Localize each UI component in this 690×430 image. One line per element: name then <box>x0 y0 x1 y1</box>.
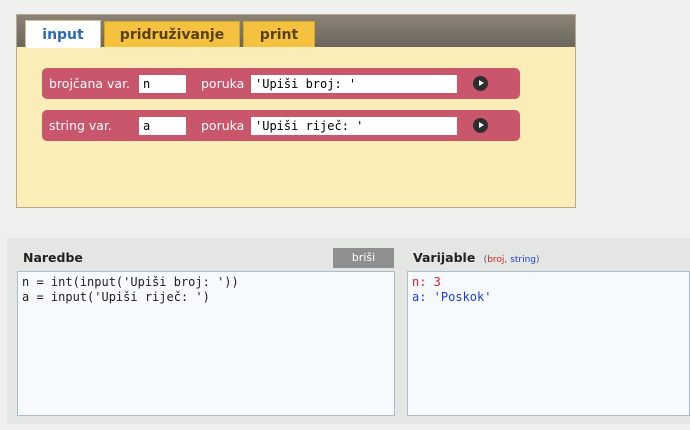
variables-title: Varijable <box>413 250 476 265</box>
play-circle-icon[interactable] <box>473 118 488 133</box>
var-label: brojčana var. <box>49 76 131 91</box>
clear-button[interactable]: briši <box>333 248 394 268</box>
commands-title: Naredbe <box>23 250 83 265</box>
message-label: poruka <box>201 118 245 133</box>
play-circle-icon[interactable] <box>473 76 488 91</box>
tab-pridruzivanje[interactable]: pridruživanje <box>104 21 240 47</box>
var-name-field[interactable] <box>139 117 186 135</box>
input-row-string: string var. poruka <box>42 110 520 141</box>
var-name-field[interactable] <box>139 75 186 93</box>
message-field[interactable] <box>251 75 457 93</box>
variables-box: n: 3 a: 'Poskok' <box>407 271 690 416</box>
output-section: Naredbe briši Varijable (broj, string) n… <box>7 238 690 424</box>
code-line: a = input('Upiši riječ: ') <box>22 290 210 304</box>
message-field[interactable] <box>251 117 457 135</box>
tab-print[interactable]: print <box>243 21 315 47</box>
message-label: poruka <box>201 76 245 91</box>
input-panel: input pridruživanje print brojčana var. … <box>16 14 576 208</box>
variable-item: n: 3 <box>412 275 441 289</box>
var-label: string var. <box>49 118 112 133</box>
variables-header: Varijable (broj, string) <box>413 250 540 265</box>
commands-box[interactable]: n = int(input('Upiši broj: ')) a = input(… <box>17 271 395 416</box>
variable-item: a: 'Poskok' <box>412 290 492 304</box>
variables-legend: (broj, string) <box>483 255 540 265</box>
legend-number: broj <box>487 255 505 265</box>
input-row-number: brojčana var. poruka <box>42 68 520 99</box>
tab-bar: input pridruživanje print <box>17 15 575 48</box>
legend-string: string <box>510 255 536 265</box>
code-line: n = int(input('Upiši broj: ')) <box>22 275 239 289</box>
tab-input[interactable]: input <box>25 20 101 48</box>
